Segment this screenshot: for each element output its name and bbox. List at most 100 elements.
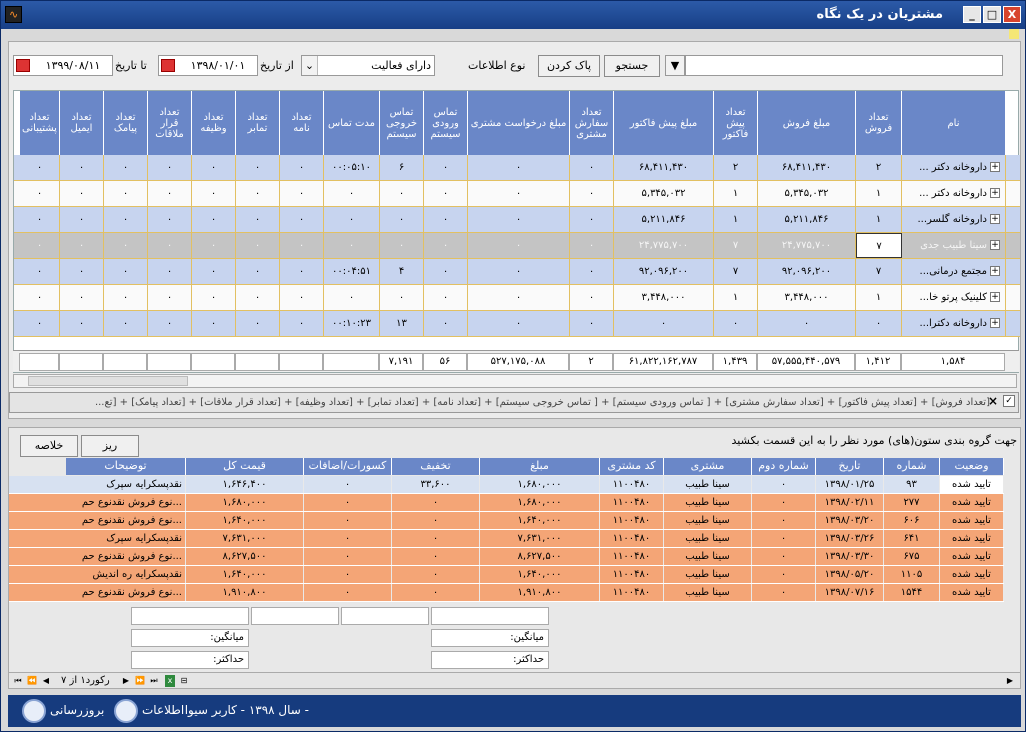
table-row[interactable]: مجتمع درمانی... +۷ ۹۲,۰۹۶,۲۰۰ ۷ ۹۲,۰۹۶,۲۰۰ ۰ ۰… (14, 259, 1020, 285)
detail-column-header[interactable]: قیمت کل (186, 458, 304, 475)
from-date-field[interactable]: ۱۳۹۸/۰۱/۰۱ (158, 55, 258, 76)
detail-column-header[interactable]: شماره دوم (752, 458, 816, 475)
column-header[interactable]: تعداد ایمیل (60, 91, 104, 155)
detail-column-header[interactable]: تخفیف (392, 458, 480, 475)
column-header[interactable]: تعداد فروش (856, 91, 902, 155)
detail-column-header[interactable]: تاریخ (816, 458, 884, 475)
table-cell: ۳,۴۴۸,۰۰۰ (614, 285, 714, 310)
info-type-select[interactable]: دارای فعالیت ⌄ (301, 55, 435, 76)
detail-row[interactable]: تایید شده ۹۳ ۱۳۹۸/۰۱/۲۵ ۰ سینا طبیب ۱۱۰۰۴۸۰ ۱,… (9, 476, 1004, 494)
column-header[interactable]: مبلغ درخواست مشتری (468, 91, 570, 155)
column-header[interactable]: تعداد نامه (280, 91, 324, 155)
detail-column-header[interactable]: کسورات/اضافات (304, 458, 392, 475)
detail-column-header[interactable]: وضعیت (940, 458, 1004, 475)
table-row[interactable]: داروخانه دکتر ... +۲ ۶۸,۴۱۱,۴۳۰ ۲ ۶۸,۴۱۱,۴۳۰… (14, 155, 1020, 181)
total-cell: ۱,۵۸۴ (901, 353, 1005, 371)
filter-checkbox[interactable]: ✓ (1003, 395, 1015, 407)
detail-cell: ۱,۶۴۰,۰۰۰ (186, 566, 304, 583)
detail-row[interactable]: تایید شده ۲۷۷ ۱۳۹۸/۰۲/۱۱ ۰ سینا طبیب ۱۱۰۰۴۸۰ ۱… (9, 494, 1004, 512)
table-cell: ۰ (60, 181, 104, 206)
expand-icon[interactable]: + (990, 214, 1000, 224)
column-header[interactable]: مبلغ فروش (758, 91, 856, 155)
first-record-icon[interactable]: ⏮ (13, 675, 23, 687)
customer-grid[interactable]: نام تعداد فروش مبلغ فروش تعداد پیش فاکتور مب… (13, 90, 1020, 373)
detail-row[interactable]: تایید شده ۱۱۰۵ ۱۳۹۸/۰۵/۲۰ ۰ سینا طبیب ۱۱۰۰۴۸۰… (9, 566, 1004, 584)
filter-bar[interactable]: [تعداد فروش] + [تعداد پیش فاکتور] + [تعد… (9, 392, 1019, 413)
detail-column-header[interactable]: توضیحات (66, 458, 186, 475)
table-cell: ۰ (104, 181, 148, 206)
column-header[interactable]: تعداد وظیفه (192, 91, 236, 155)
column-header[interactable]: تعداد پشتیبانی (20, 91, 60, 155)
detail-row[interactable]: تایید شده ۶۴۱ ۱۳۹۸/۰۳/۲۶ ۰ سینا طبیب ۱۱۰۰۴۸۰ ۷… (9, 530, 1004, 548)
detail-cell: ۰ (392, 530, 480, 547)
close-icon[interactable]: ⊟ (179, 675, 189, 687)
table-row[interactable]: کلینیک پرتو خا... +۱ ۳,۴۴۸,۰۰۰ ۱ ۳,۴۴۸,۰۰۰ ۰ ۰… (14, 285, 1020, 311)
clear-button[interactable]: پاک کردن (538, 55, 600, 77)
table-cell: ۰۰:۰۴:۵۱ (324, 259, 380, 284)
table-cell: ۰ (104, 155, 148, 180)
search-icon[interactable] (22, 699, 46, 723)
column-header[interactable]: تعداد تمابر (236, 91, 280, 155)
column-header[interactable]: تعداد پیش فاکتور (714, 91, 758, 155)
table-row[interactable]: داروخانه دکترا... +۰ ۰ ۰ ۰ ۰ ۰ ۰ ۱۳ ۰۰:۱۰:۲۳ ۰ ۰ ۰ ۰ ۰… (14, 311, 1020, 337)
detail-row[interactable]: تایید شده ۱۵۴۴ ۱۳۹۸/۰۷/۱۶ ۰ سینا طبیب ۱۱۰۰۴۸۰… (9, 584, 1004, 602)
column-header[interactable]: تعداد سفارش مشتری (570, 91, 614, 155)
detail-column-header[interactable]: مبلغ (480, 458, 600, 475)
expand-icon[interactable]: + (990, 162, 1000, 172)
table-cell: ۰ (236, 233, 280, 258)
excel-icon[interactable]: x (165, 675, 175, 687)
column-header[interactable]: نام (902, 91, 1006, 155)
detail-button[interactable]: ریز (81, 435, 139, 457)
column-header[interactable]: مبلغ پیش فاکتور (614, 91, 714, 155)
detail-column-header[interactable]: مشتری (664, 458, 752, 475)
summary-button[interactable]: خلاصه (20, 435, 78, 457)
info-link[interactable]: اطلاعات (142, 703, 184, 717)
info-type-value: دارای فعالیت (371, 59, 431, 72)
column-header[interactable]: تماس خروجی سیستم (380, 91, 424, 155)
prev-record-icon[interactable]: ◀ (41, 675, 51, 687)
detail-row[interactable]: تایید شده ۶۰۶ ۱۳۹۸/۰۳/۲۰ ۰ سینا طبیب ۱۱۰۰۴۸۰ ۱… (9, 512, 1004, 530)
detail-cell: ۸,۶۲۷,۵۰۰ (186, 548, 304, 565)
calendar-icon[interactable] (161, 59, 175, 72)
update-link[interactable]: بروزرسانی (50, 703, 104, 717)
column-header[interactable]: تماس ورودی سیستم (424, 91, 468, 155)
close-icon[interactable]: × (988, 394, 998, 408)
search-input[interactable] (685, 55, 1003, 76)
expand-icon[interactable]: + (990, 266, 1000, 276)
scroll-right-icon[interactable]: ▶ (1005, 675, 1015, 687)
expand-icon[interactable]: + (990, 188, 1000, 198)
search-dropdown[interactable]: ▼ (665, 55, 685, 76)
table-cell: ۱ (714, 285, 758, 310)
table-row[interactable]: سینا طبیب جدی +۷ ۲۴,۷۷۵,۷۰۰ ۷ ۲۴,۷۷۵,۷۰۰ ۰ ۰ ۰ ۰… (14, 233, 1020, 259)
detail-column-header[interactable]: کد مشتری (600, 458, 664, 475)
column-header[interactable]: تعداد پیامک (104, 91, 148, 155)
horizontal-scrollbar[interactable] (13, 374, 1017, 388)
table-cell: ۱ (856, 285, 902, 310)
table-cell: ۰ (236, 311, 280, 336)
prev-page-icon[interactable]: ⏪ (27, 675, 37, 687)
table-cell: ۰ (148, 233, 192, 258)
table-cell: ۷ (714, 233, 758, 258)
to-date-field[interactable]: ۱۳۹۹/۰۸/۱۱ (13, 55, 113, 76)
network-icon[interactable] (114, 699, 138, 723)
maximize-button[interactable]: □ (983, 6, 1001, 23)
expand-icon[interactable]: + (990, 240, 1000, 250)
last-record-icon[interactable]: ⏭ (149, 675, 159, 687)
chevron-down-icon[interactable]: ⌄ (302, 56, 318, 75)
search-button[interactable]: جستجو (604, 55, 660, 77)
next-page-icon[interactable]: ⏩ (135, 675, 145, 687)
table-row[interactable]: داروخانه گلسر... +۱ ۵,۲۱۱,۸۴۶ ۱ ۵,۲۱۱,۸۴۶ ۰ ۰ ۰… (14, 207, 1020, 233)
detail-row[interactable]: تایید شده ۶۷۵ ۱۳۹۸/۰۳/۳۰ ۰ سینا طبیب ۱۱۰۰۴۸۰ ۸… (9, 548, 1004, 566)
detail-column-header[interactable]: شماره (884, 458, 940, 475)
column-header[interactable]: مدت تماس (324, 91, 380, 155)
table-row[interactable]: داروخانه دکتر ... +۱ ۵,۳۴۵,۰۳۲ ۱ ۵,۳۴۵,۰۳۲ ۰ ۰… (14, 181, 1020, 207)
title-bar: ∿ مشتریان در یک نگاه _ □ X (1, 1, 1025, 29)
calendar-icon[interactable] (16, 59, 30, 72)
next-record-icon[interactable]: ▶ (121, 675, 131, 687)
expand-icon[interactable]: + (990, 292, 1000, 302)
column-header[interactable]: تعداد قرار ملاقات (148, 91, 192, 155)
table-cell: ۰ (424, 233, 468, 258)
minimize-button[interactable]: _ (963, 6, 981, 23)
expand-icon[interactable]: + (990, 318, 1000, 328)
close-button[interactable]: X (1003, 6, 1021, 23)
